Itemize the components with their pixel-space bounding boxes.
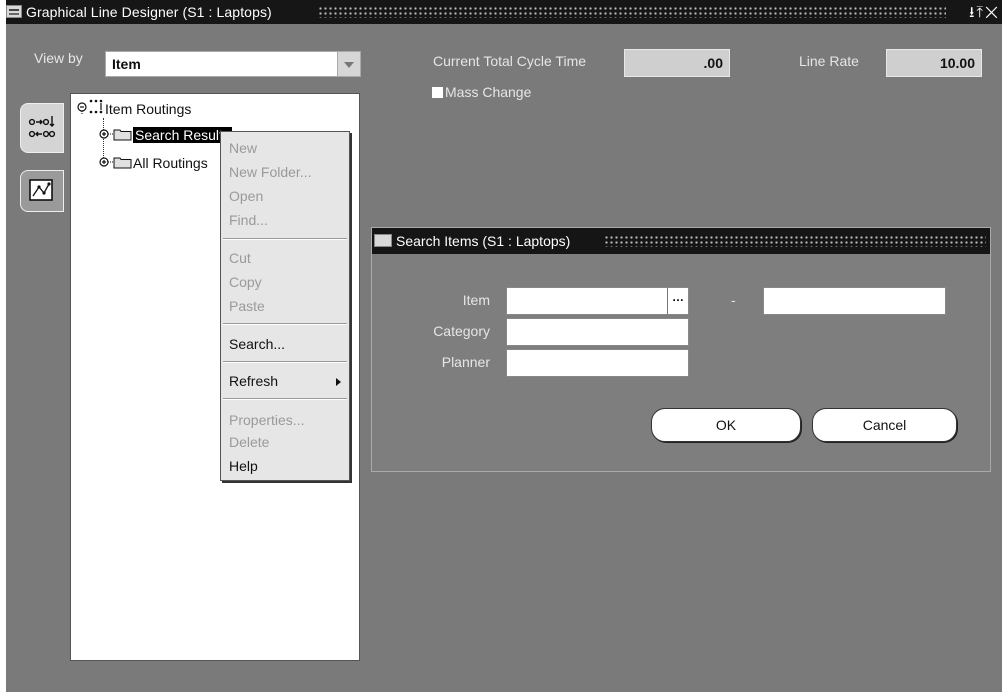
menu-separator (223, 398, 347, 400)
checkbox-icon[interactable] (432, 87, 443, 98)
cycle-time-value: .00 (624, 49, 730, 77)
planner-field[interactable] (506, 349, 689, 377)
menu-item-paste[interactable]: Paste (229, 298, 265, 314)
menu-separator (223, 323, 347, 325)
menu-item-find[interactable]: Find... (229, 212, 268, 228)
folder-icon (99, 129, 132, 141)
tree-node-all-routings[interactable]: All Routings (99, 154, 208, 171)
cycle-time-label: Current Total Cycle Time (433, 53, 587, 69)
line-rate-label: Line Rate (799, 53, 859, 69)
menu-item-help[interactable]: Help (229, 458, 258, 474)
chevron-down-icon[interactable] (337, 52, 360, 76)
tab-routing-network[interactable] (20, 103, 64, 153)
submenu-arrow-icon (336, 378, 341, 386)
view-by-value: Item (112, 56, 141, 72)
menu-item-refresh[interactable]: Refresh (229, 373, 278, 389)
view-by-label: View by (34, 50, 83, 66)
titlebar-texture (318, 6, 946, 18)
line-diagram-icon (29, 179, 53, 201)
planner-label: Planner (441, 354, 490, 370)
menu-item-new[interactable]: New (229, 140, 257, 156)
view-by-select[interactable]: Item (105, 51, 361, 77)
oracle-app-icon (374, 234, 392, 247)
routing-network-icon (28, 116, 56, 138)
line-rate-value: 10.00 (886, 49, 982, 77)
tab-line-diagram[interactable] (20, 170, 64, 212)
category-field[interactable] (506, 318, 689, 346)
network-folder-icon (77, 99, 103, 115)
tree-root-label: Item Routings (105, 101, 192, 117)
menu-item-cut[interactable]: Cut (229, 250, 251, 266)
folder-icon (99, 157, 132, 169)
item-label: Item (462, 292, 490, 308)
ellipsis-icon: … (672, 290, 684, 304)
range-separator: - (731, 292, 736, 308)
menu-item-new-folder[interactable]: New Folder... (229, 164, 311, 180)
menu-item-search[interactable]: Search... (229, 336, 285, 352)
dialog-title: Search Items (S1 : Laptops) (396, 233, 571, 249)
oracle-app-icon (6, 5, 22, 18)
search-items-dialog: Search Items (S1 : Laptops) Item … - Cat… (371, 227, 991, 472)
mass-change-checkbox[interactable]: Mass Change (432, 84, 531, 100)
tree-label-search-results: Search Results (133, 127, 232, 143)
item-from-field[interactable]: … (506, 287, 689, 315)
menu-item-copy[interactable]: Copy (229, 274, 262, 290)
mass-change-label: Mass Change (445, 84, 532, 100)
tree-root-node[interactable]: Item Routings (77, 98, 191, 117)
tree-node-search-results[interactable]: Search Results (99, 126, 232, 143)
category-label: Category (433, 323, 490, 339)
graphical-line-designer-window: Graphical Line Designer (S1 : Laptops) ⭳… (6, 0, 1002, 692)
menu-item-delete[interactable]: Delete (229, 434, 269, 450)
menu-item-open[interactable]: Open (229, 188, 263, 204)
window-titlebar[interactable]: Graphical Line Designer (S1 : Laptops) ⭳… (6, 0, 1002, 24)
context-menu: New New Folder... Open Find... Cut Copy … (220, 131, 350, 481)
tree-label-all-routings: All Routings (133, 155, 208, 171)
window-title: Graphical Line Designer (S1 : Laptops) (26, 4, 272, 20)
ok-button[interactable]: OK (651, 408, 801, 442)
dialog-titlebar[interactable]: Search Items (S1 : Laptops) (372, 228, 990, 254)
titlebar-texture (604, 235, 986, 247)
window-controls[interactable]: ⭳⤒✕ (969, 2, 1000, 27)
list-of-values-button[interactable]: … (667, 288, 688, 314)
menu-separator (223, 361, 347, 363)
menu-separator (223, 238, 347, 240)
menu-item-properties[interactable]: Properties... (229, 412, 304, 428)
cancel-button[interactable]: Cancel (812, 408, 957, 442)
item-to-field[interactable] (763, 287, 946, 315)
